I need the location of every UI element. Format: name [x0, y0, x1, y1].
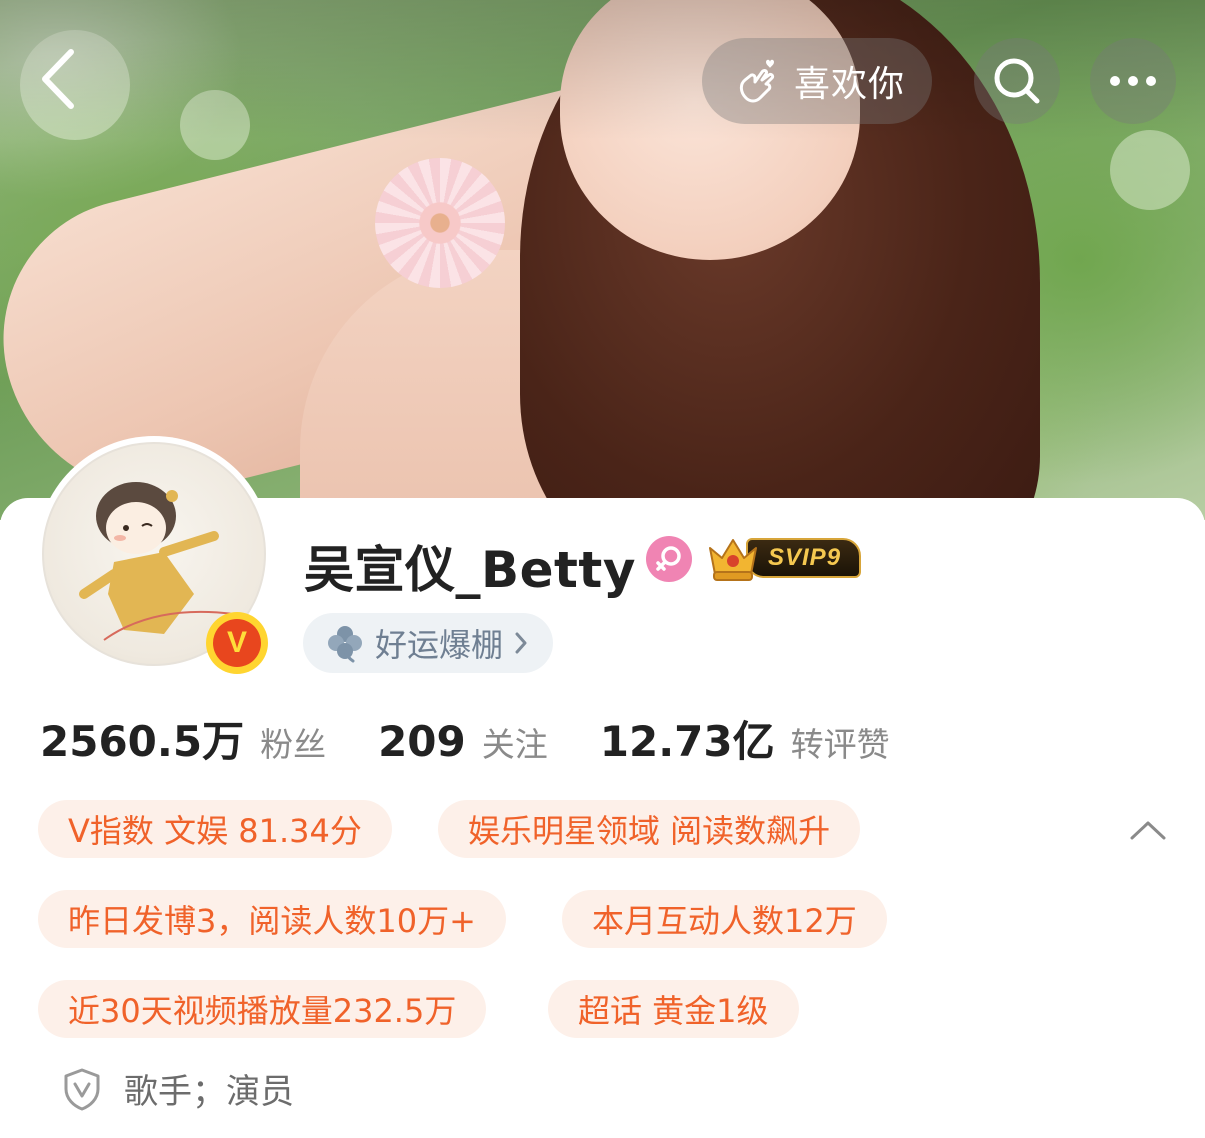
tag-reading-surge[interactable]: 娱乐明星领域 阅读数飙升	[438, 800, 861, 858]
verified-badge[interactable]: V	[206, 612, 268, 674]
stats-row: 2560.5万 粉丝 209 关注 12.73亿 转评赞	[40, 708, 942, 769]
verification-bio: 歌手；演员	[62, 1064, 294, 1113]
clover-icon	[328, 626, 362, 663]
svip-badge[interactable]: SVIP9	[706, 534, 866, 582]
bokeh-light	[1110, 130, 1190, 210]
search-icon	[994, 58, 1040, 104]
tag-video-plays[interactable]: 近30天视频播放量232.5万	[38, 980, 487, 1038]
search-button[interactable]	[974, 38, 1060, 124]
stat-value: 2560.5万	[40, 717, 245, 766]
female-gender-icon	[646, 536, 692, 582]
stat-label: 转评赞	[790, 725, 890, 764]
luck-status-label: 好运爆棚	[375, 626, 504, 664]
tag-v-index[interactable]: V指数 文娱 81.34分	[38, 800, 392, 858]
stat-label: 粉丝	[260, 725, 327, 764]
crown-icon	[709, 539, 757, 581]
tag-yesterday-posts[interactable]: 昨日发博3，阅读人数10万+	[38, 890, 506, 948]
cover-flower	[375, 158, 505, 288]
chevron-left-icon	[42, 49, 74, 109]
verified-v-icon: V	[213, 619, 261, 667]
luck-status-chip[interactable]: 好运爆棚	[303, 613, 554, 673]
stat-following[interactable]: 209 关注	[378, 717, 548, 766]
chevron-up-icon	[1130, 821, 1166, 840]
stat-followers[interactable]: 2560.5万 粉丝	[40, 708, 326, 769]
tag-super-topic[interactable]: 超话 黄金1级	[548, 980, 799, 1038]
back-button[interactable]	[28, 44, 88, 114]
svip-label: SVIP9	[746, 538, 862, 578]
stat-value: 12.73亿	[599, 717, 775, 766]
stat-label: 关注	[481, 725, 548, 764]
chevron-right-icon	[515, 632, 527, 654]
stat-value: 209	[378, 717, 466, 766]
like-you-label: 喜欢你	[794, 64, 906, 105]
stat-interactions[interactable]: 12.73亿 转评赞	[600, 708, 890, 769]
more-button[interactable]	[1090, 38, 1176, 124]
more-dots-icon	[1110, 76, 1156, 86]
tag-monthly-interactions[interactable]: 本月互动人数12万	[562, 890, 887, 948]
finger-heart-icon	[739, 59, 775, 103]
bio-text: 歌手；演员	[124, 1072, 294, 1112]
username: 吴宣仪_Betty	[304, 541, 636, 599]
collapse-tags-button[interactable]	[1124, 810, 1172, 850]
verified-shield-icon	[64, 1068, 100, 1110]
like-you-button[interactable]: 喜欢你	[702, 38, 932, 124]
